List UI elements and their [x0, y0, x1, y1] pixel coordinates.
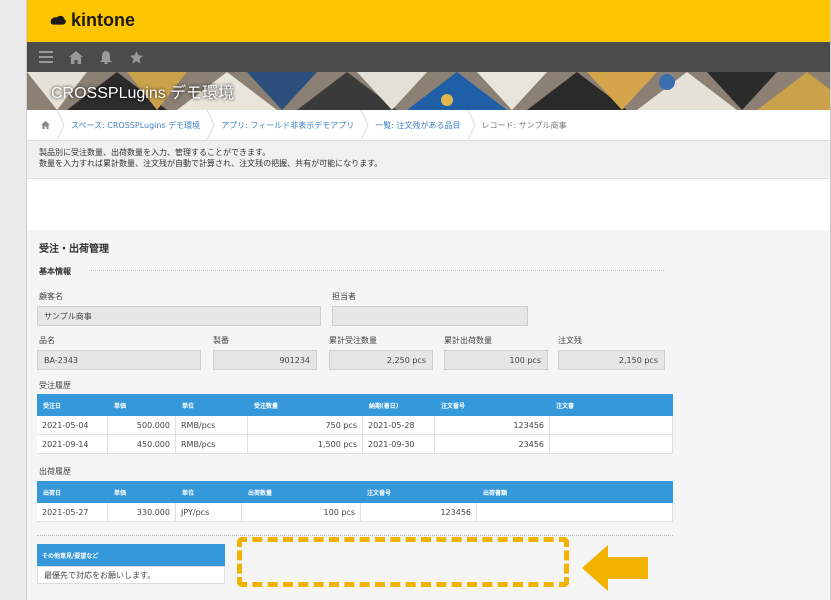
arrow-left-icon: [582, 545, 648, 591]
ship-history-label: 出荷履歴: [39, 467, 71, 476]
col-header: 単位: [182, 489, 195, 497]
breadcrumb-app-link[interactable]: アプリ: フィールド非表示デモアプリ: [221, 120, 354, 131]
app-window: kintone CROSSPLugins デモ環境 スペース: CROSSPLu…: [26, 0, 831, 600]
notes-header: その他意見/要望など: [37, 544, 225, 566]
col-header: 受注数量: [254, 402, 279, 410]
customer-label: 顧客名: [39, 292, 63, 301]
col-header: 受注日: [43, 402, 62, 410]
total-order-field[interactable]: 2,250 pcs: [329, 350, 433, 370]
col-header: 注文番号: [441, 402, 466, 410]
table-cell[interactable]: 123456: [435, 416, 550, 434]
table-cell[interactable]: 1,500 pcs: [248, 435, 363, 453]
col-header: 単価: [114, 489, 127, 497]
order-history-table: 受注日 単価 単位 受注数量 納期(着日) 注文番号 注文書 2021-05-0…: [37, 394, 673, 454]
customer-field[interactable]: サンプル商事: [37, 306, 321, 326]
order-history-label: 受注履歴: [39, 381, 71, 390]
table-row: 2021-05-27 330.000 JPY/pcs 100 pcs 12345…: [37, 503, 673, 522]
kintone-logo-icon: [50, 15, 66, 25]
breadcrumb: スペース: CROSSPLugins デモ環境 アプリ: フィールド非表示デモア…: [27, 110, 830, 141]
table-cell[interactable]: 123456: [361, 503, 477, 521]
table-cell[interactable]: 2021-05-28: [363, 416, 435, 434]
description-line-2: 数量を入力すれば累計数量、注文残が自動で計算され、注文残の把握、共有が可能になり…: [39, 159, 383, 168]
table-cell[interactable]: RMB/pcs: [176, 435, 248, 453]
table-row: 2021-05-04 500.000 RMB/pcs 750 pcs 2021-…: [37, 416, 673, 435]
breadcrumb-record: レコード: サンプル商事: [481, 120, 567, 130]
brand-name: kintone: [71, 10, 136, 30]
col-header: 注文書: [556, 402, 575, 410]
bell-icon[interactable]: [97, 48, 115, 66]
table-row: 2021-09-14 450.000 RMB/pcs 1,500 pcs 202…: [37, 435, 673, 454]
breadcrumb-app[interactable]: アプリ: フィールド非表示デモアプリ: [215, 120, 360, 131]
breadcrumb-separator: [56, 110, 65, 140]
app-description: 製品別に受注数量、出荷数量を入力、管理することができます。 数量を入力すれば累計…: [27, 141, 830, 179]
ship-history-table: 出荷日 単価 単位 出荷数量 注文番号 出荷書類 2021-05-27 330.…: [37, 481, 673, 522]
col-header: 出荷書類: [483, 489, 508, 497]
star-icon[interactable]: [127, 48, 145, 66]
breadcrumb-home[interactable]: [35, 121, 56, 129]
breadcrumb-separator: [467, 110, 476, 140]
brand-bar: kintone: [27, 0, 830, 42]
table-cell[interactable]: 2021-05-04: [37, 416, 108, 434]
basic-info-label: 基本情報: [39, 267, 71, 276]
table-cell[interactable]: 330.000: [108, 503, 176, 521]
table-cell[interactable]: 450.000: [108, 435, 176, 453]
space-title[interactable]: CROSSPLugins デモ環境: [51, 79, 234, 103]
total-ship-field[interactable]: 100 pcs: [444, 350, 548, 370]
group-divider: [89, 270, 664, 271]
table-cell[interactable]: 100 pcs: [242, 503, 361, 521]
breadcrumb-view-link[interactable]: 一覧: 注文残がある品目: [375, 120, 460, 131]
menu-icon[interactable]: [37, 48, 55, 66]
table-cell[interactable]: RMB/pcs: [176, 416, 248, 434]
table-cell[interactable]: 23456: [435, 435, 550, 453]
table-cell[interactable]: JPY/pcs: [176, 503, 242, 521]
breadcrumb-separator: [206, 110, 215, 140]
table-cell[interactable]: [550, 416, 673, 434]
breadcrumb-view[interactable]: 一覧: 注文残がある品目: [369, 120, 466, 131]
breadcrumb-separator: [360, 110, 369, 140]
col-header: 単価: [114, 402, 127, 410]
backorder-field[interactable]: 2,150 pcs: [558, 350, 665, 370]
record-form: 受注・出荷管理 基本情報 顧客名 サンプル商事 担当者 品名 BA-2343 製…: [27, 230, 830, 600]
breadcrumb-space[interactable]: スペース: CROSSPLugins デモ環境: [65, 120, 206, 131]
serial-field[interactable]: 901234: [213, 350, 317, 370]
form-title: 受注・出荷管理: [39, 244, 109, 255]
breadcrumb-space-link[interactable]: スペース: CROSSPLugins デモ環境: [71, 120, 200, 131]
col-header: 納期(着日): [369, 402, 399, 410]
hidden-field-highlight: [237, 537, 569, 587]
ship-table-header: 出荷日 単価 単位 出荷数量 注文番号 出荷書類: [37, 481, 673, 503]
product-label: 品名: [39, 336, 55, 345]
table-cell[interactable]: 2021-09-30: [363, 435, 435, 453]
brand-logo[interactable]: kintone: [49, 10, 135, 31]
table-cell[interactable]: 750 pcs: [248, 416, 363, 434]
notes-field[interactable]: 最優先で対応をお願いします。: [37, 566, 225, 584]
section-divider: [37, 535, 673, 536]
order-table-header: 受注日 単価 単位 受注数量 納期(着日) 注文番号 注文書: [37, 394, 673, 416]
col-header: 出荷日: [43, 489, 62, 497]
home-icon: [41, 121, 50, 129]
total-order-label: 累計受注数量: [329, 336, 377, 345]
col-header: 注文番号: [367, 489, 392, 497]
table-cell[interactable]: [550, 435, 673, 453]
space-banner: CROSSPLugins デモ環境: [27, 72, 830, 110]
backorder-label: 注文残: [558, 336, 582, 345]
table-cell[interactable]: [477, 503, 673, 521]
table-cell[interactable]: 2021-05-27: [37, 503, 108, 521]
description-line-1: 製品別に受注数量、出荷数量を入力、管理することができます。: [39, 148, 271, 157]
serial-label: 製番: [213, 336, 229, 345]
col-header: 単位: [182, 402, 195, 410]
table-cell[interactable]: 2021-09-14: [37, 435, 108, 453]
home-icon[interactable]: [67, 48, 85, 66]
staff-label: 担当者: [332, 292, 356, 301]
product-field[interactable]: BA-2343: [37, 350, 201, 370]
staff-field[interactable]: [332, 306, 528, 326]
toolbar-area: [27, 179, 830, 232]
total-ship-label: 累計出荷数量: [444, 336, 492, 345]
table-cell[interactable]: 500.000: [108, 416, 176, 434]
col-header: 出荷数量: [248, 489, 273, 497]
nav-bar: [27, 42, 830, 72]
